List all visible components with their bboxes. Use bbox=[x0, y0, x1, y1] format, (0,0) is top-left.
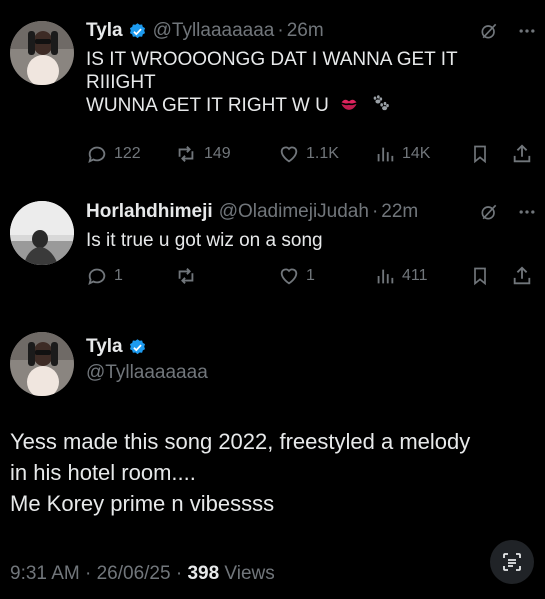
author-name[interactable]: Tyla bbox=[86, 336, 123, 358]
post-text-line: IS IT WROOOONGG DAT I WANNA GET IT bbox=[86, 49, 458, 70]
translate-button[interactable] bbox=[490, 540, 534, 584]
repost-icon bbox=[178, 268, 194, 284]
reply-icon bbox=[88, 268, 106, 286]
author-handle[interactable]: @OladimejiJudah bbox=[219, 201, 369, 223]
separator-dot: · bbox=[371, 201, 379, 222]
author-name[interactable]: Tyla bbox=[86, 20, 123, 42]
repost-count: 149 bbox=[204, 145, 231, 162]
views-icon bbox=[377, 269, 394, 284]
tweet-2[interactable]: Horlahdhimeji @OladimejiJudah · 22m Is i… bbox=[0, 175, 545, 310]
like-button[interactable]: 1.1K bbox=[278, 141, 339, 167]
share-icon bbox=[513, 266, 531, 285]
reply-icon bbox=[88, 146, 106, 164]
post-timestamp[interactable]: 9:31 AM · 26/06/25 · bbox=[10, 563, 187, 584]
share-icon bbox=[513, 144, 531, 163]
post-time[interactable]: 22m bbox=[381, 201, 418, 223]
post-meta: 9:31 AM · 26/06/25 · 398 Views bbox=[10, 563, 275, 585]
repost-icon bbox=[178, 146, 194, 162]
grok-icon[interactable] bbox=[479, 202, 499, 222]
author-handle[interactable]: @Tyllaaaaaaa bbox=[153, 20, 275, 42]
avatar[interactable] bbox=[10, 332, 74, 396]
reply-button[interactable]: 122 bbox=[86, 141, 141, 167]
post-text-line: in his hotel room.... bbox=[10, 460, 196, 485]
separator-dot: · bbox=[277, 20, 284, 41]
post-text-line: RIIIGHT bbox=[86, 72, 156, 93]
more-options-icon[interactable] bbox=[517, 21, 537, 41]
views-count: 398 bbox=[187, 563, 220, 584]
post-text-line: WUNNA GET IT RIGHT W U bbox=[86, 95, 329, 116]
paw-prints-emoji bbox=[369, 94, 391, 120]
views-button[interactable]: 14K bbox=[374, 141, 430, 167]
action-bar: 1 1 411 bbox=[86, 263, 536, 289]
post-text: IS IT WROOOONGG DAT I WANNA GET IT RIIIG… bbox=[86, 48, 525, 120]
reply-count: 122 bbox=[114, 145, 141, 162]
avatar[interactable] bbox=[10, 201, 74, 265]
kiss-mark-emoji bbox=[338, 94, 360, 120]
bookmark-icon bbox=[474, 145, 486, 164]
post-text: Is it true u got wiz on a song bbox=[86, 229, 525, 252]
author-name[interactable]: Horlahdhimeji bbox=[86, 201, 213, 223]
verified-badge-icon bbox=[128, 338, 147, 357]
post-text-line-3: WUNNA GET IT RIGHT W U bbox=[86, 94, 525, 120]
heart-icon bbox=[280, 146, 298, 163]
share-button[interactable] bbox=[511, 141, 533, 167]
views-count: 411 bbox=[402, 267, 428, 284]
heart-icon bbox=[280, 268, 298, 285]
main-post: Tyla @Tyllaaaaaaa Yess made this song 20… bbox=[0, 310, 545, 599]
bookmark-icon bbox=[474, 267, 486, 286]
avatar[interactable] bbox=[10, 21, 74, 85]
views-icon bbox=[377, 147, 394, 162]
post-time[interactable]: 26m bbox=[287, 20, 324, 42]
verified-badge-icon bbox=[128, 22, 147, 41]
like-count: 1.1K bbox=[306, 145, 339, 162]
more-options-icon[interactable] bbox=[517, 202, 537, 222]
reply-button[interactable]: 1 bbox=[86, 263, 123, 289]
views-label: Views bbox=[219, 563, 275, 584]
bookmark-button[interactable] bbox=[470, 141, 490, 167]
repost-button[interactable] bbox=[174, 263, 198, 289]
like-button[interactable]: 1 bbox=[278, 263, 315, 289]
views-button[interactable]: 411 bbox=[374, 263, 428, 289]
bookmark-button[interactable] bbox=[470, 263, 490, 289]
action-bar: 122 149 1.1K 14K bbox=[86, 141, 536, 167]
repost-button[interactable]: 149 bbox=[174, 141, 231, 167]
post-text-line: Me Korey prime n vibessss bbox=[10, 491, 275, 516]
like-count: 1 bbox=[306, 267, 315, 284]
scan-text-icon bbox=[503, 553, 521, 571]
reply-count: 1 bbox=[114, 267, 123, 284]
views-count: 14K bbox=[402, 145, 431, 162]
share-button[interactable] bbox=[511, 263, 533, 289]
tweet-1[interactable]: Tyla @Tyllaaaaaaa · 26m IS IT WROOOONGG … bbox=[0, 0, 545, 175]
post-text-line: Yess made this song 2022, freestyled a m… bbox=[10, 429, 471, 454]
grok-icon[interactable] bbox=[479, 21, 499, 41]
author-handle[interactable]: @Tyllaaaaaaa bbox=[86, 362, 208, 384]
post-text-line: Is it true u got wiz on a song bbox=[86, 230, 323, 251]
post-text: Yess made this song 2022, freestyled a m… bbox=[10, 426, 535, 519]
